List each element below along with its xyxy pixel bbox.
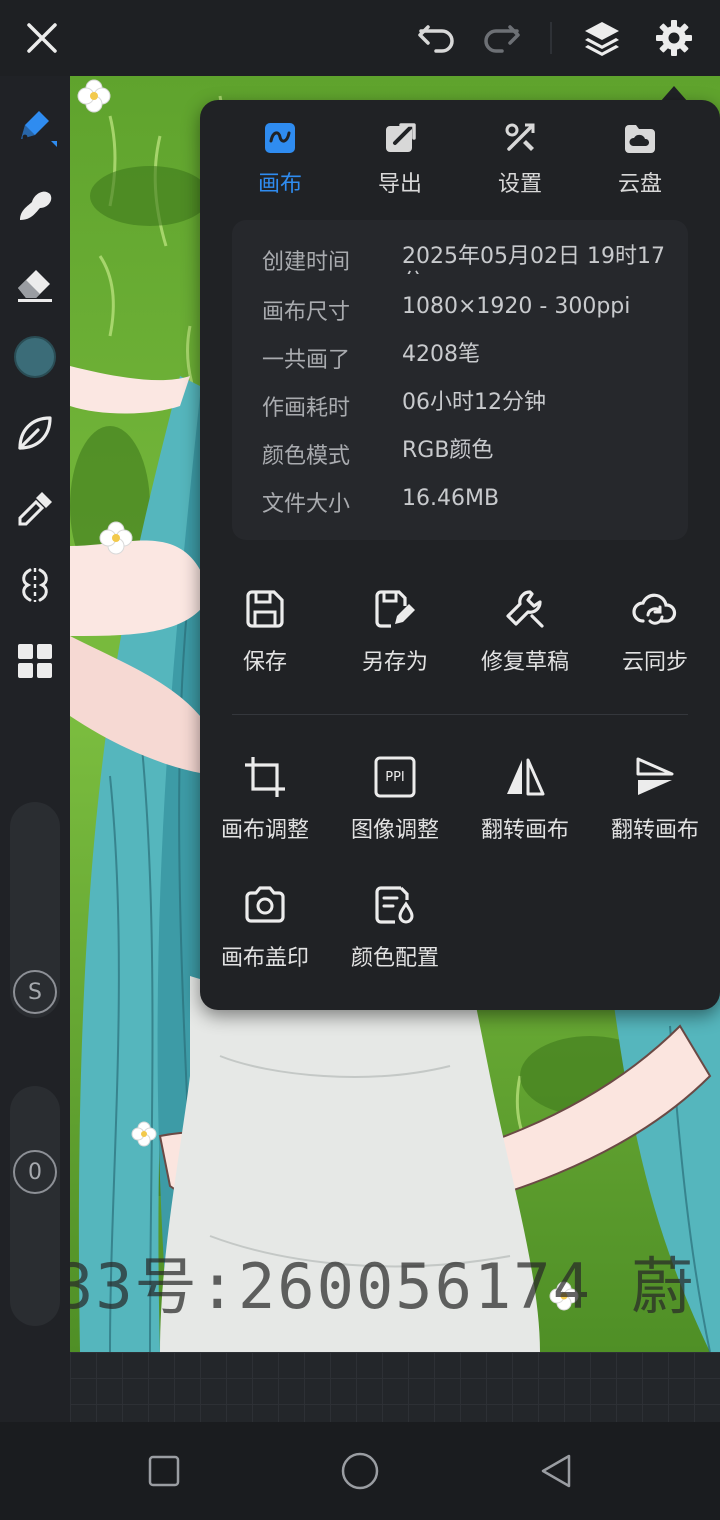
panel-tabs: 画布 导出 设置 云盘	[200, 118, 720, 202]
tab-settings[interactable]: 设置	[460, 118, 580, 202]
info-key: 创建时间	[262, 250, 351, 275]
info-key: 一共画了	[262, 348, 351, 373]
info-key: 作画耗时	[262, 396, 351, 421]
info-row-strokes: 一共画了 4208笔	[262, 342, 682, 382]
action-label: 修复草稿	[480, 650, 569, 675]
info-key: 颜色模式	[262, 444, 351, 469]
tab-cloud-drive[interactable]: 云盘	[580, 118, 700, 202]
smudge-icon[interactable]	[10, 180, 60, 230]
tab-canvas[interactable]: 画布	[220, 118, 340, 202]
square-icon[interactable]	[139, 1446, 189, 1496]
left-toolbar-footer	[0, 1352, 70, 1422]
save-as-icon	[370, 584, 420, 634]
color-profile-icon	[370, 880, 420, 930]
export-icon	[380, 118, 420, 158]
flip-horizontal-icon	[500, 752, 550, 802]
ppi-icon-text: PPI	[385, 769, 405, 785]
repair-draft-button[interactable]: 修复草稿	[460, 584, 590, 684]
action-label: 云同步	[621, 650, 688, 675]
left-toolbar: S 0	[0, 76, 70, 1352]
action-label: 画布盖印	[220, 946, 309, 971]
canvas-stamp-button[interactable]: 画布盖印	[200, 880, 330, 980]
cloud-drive-icon	[620, 118, 660, 158]
action-label: 画布调整	[220, 818, 309, 843]
color-swatch[interactable]	[10, 332, 60, 382]
info-row-file-size: 文件大小 16.46MB	[262, 486, 682, 526]
tab-label: 设置	[497, 172, 542, 197]
canvas-adjust-button[interactable]: 画布调整	[200, 752, 330, 852]
canvas-watermark: 33号:260056174 蔚	[70, 1250, 696, 1323]
tab-label: 导出	[377, 172, 422, 197]
info-value: RGB颜色	[402, 438, 494, 463]
info-value: 16.46MB	[402, 486, 500, 511]
info-value: 4208笔	[402, 342, 480, 367]
camera-icon	[240, 880, 290, 930]
action-label: 另存为	[361, 650, 428, 675]
leaf-icon[interactable]	[10, 408, 60, 458]
flip-canvas-horizontal-button[interactable]: 翻转画布	[460, 752, 590, 852]
flip-canvas-vertical-button[interactable]: 翻转画布	[590, 752, 720, 852]
tools-icon	[500, 118, 540, 158]
eraser-icon[interactable]	[10, 258, 60, 308]
ppi-icon: PPI	[370, 752, 420, 802]
tab-label: 云盘	[617, 172, 662, 197]
tab-export[interactable]: 导出	[340, 118, 460, 202]
canvas-background-grid	[70, 1352, 720, 1422]
info-key: 文件大小	[262, 492, 351, 517]
grid-icon[interactable]	[10, 636, 60, 686]
system-nav-bar	[0, 1422, 720, 1520]
circle-icon[interactable]	[335, 1446, 385, 1496]
triangle-back-icon[interactable]	[531, 1446, 581, 1496]
action-label: 翻转画布	[480, 818, 569, 843]
image-adjust-button[interactable]: PPI 图像调整	[330, 752, 460, 852]
cloud-sync-button[interactable]: 云同步	[590, 584, 720, 684]
close-icon[interactable]	[18, 14, 66, 62]
save-button[interactable]: 保存	[200, 584, 330, 684]
undo-icon[interactable]	[412, 14, 460, 62]
info-row-size: 画布尺寸 1080×1920 - 300ppi	[262, 294, 682, 334]
info-row-time: 作画耗时 06小时12分钟	[262, 390, 682, 430]
toolbar-divider	[550, 22, 552, 54]
action-label: 颜色配置	[350, 946, 439, 971]
top-bar	[0, 0, 720, 76]
brush-size-slider[interactable]: S	[10, 802, 60, 1018]
info-value: 2025年05月02日 19时17分	[402, 244, 665, 274]
action-label: 翻转画布	[610, 818, 699, 843]
actions-divider	[232, 714, 688, 715]
info-row-color-mode: 颜色模式 RGB颜色	[262, 438, 682, 478]
info-value: 06小时12分钟	[402, 390, 546, 415]
canvas-info-card: 创建时间 2025年05月02日 19时17分 画布尺寸 1080×1920 -…	[232, 220, 688, 540]
crop-icon	[240, 752, 290, 802]
layers-icon[interactable]	[578, 14, 626, 62]
info-key: 画布尺寸	[262, 300, 351, 325]
save-as-button[interactable]: 另存为	[330, 584, 460, 684]
info-value: 1080×1920 - 300ppi	[402, 294, 631, 319]
brush-icon[interactable]	[10, 102, 60, 152]
redo-icon[interactable]	[478, 14, 526, 62]
cloud-sync-icon	[630, 584, 680, 634]
tab-label: 画布	[257, 172, 302, 197]
opacity-slider-knob[interactable]: 0	[13, 1150, 57, 1194]
gear-icon[interactable]	[650, 14, 698, 62]
flip-vertical-icon	[630, 752, 680, 802]
info-row-created: 创建时间 2025年05月02日 19时17分	[262, 244, 682, 284]
size-slider-knob[interactable]: S	[13, 970, 57, 1014]
canvas-icon	[260, 118, 300, 158]
opacity-slider[interactable]: 0	[10, 1086, 60, 1326]
action-label: 保存	[242, 650, 287, 675]
action-label: 图像调整	[350, 818, 439, 843]
wrench-icon	[500, 584, 550, 634]
eyedropper-icon[interactable]	[10, 484, 60, 534]
color-profile-button[interactable]: 颜色配置	[330, 880, 460, 980]
canvas-menu-panel: 画布 导出 设置 云盘 创建时间 2025年05月02日 19时17分 画布	[200, 100, 720, 1010]
symmetry-icon[interactable]	[10, 560, 60, 610]
save-icon	[240, 584, 290, 634]
